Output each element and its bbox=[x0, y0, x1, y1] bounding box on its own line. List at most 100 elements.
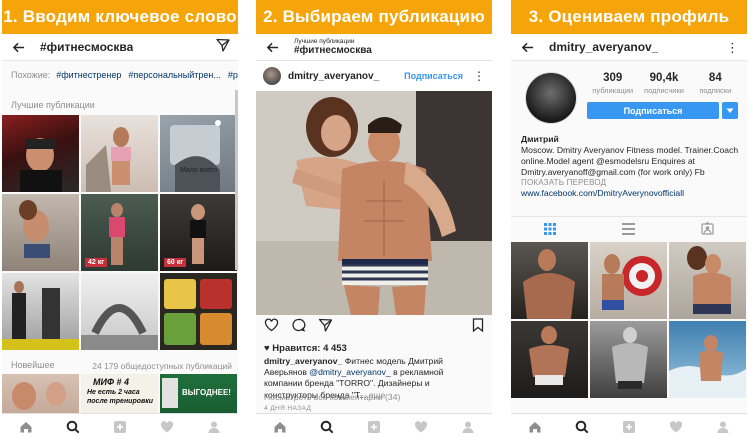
bottom-nav bbox=[511, 413, 747, 439]
related-tag[interactable]: #рабо bbox=[228, 70, 238, 80]
related-tag[interactable]: #персональныйтрен... bbox=[128, 70, 220, 80]
panel-search: 1. Вводим ключевое слово #фитнесмосква П… bbox=[2, 0, 238, 439]
bio-name: Дмитрий bbox=[521, 134, 559, 144]
list-view-icon[interactable] bbox=[622, 222, 636, 236]
hashtag-title: #фитнесмосква bbox=[40, 40, 134, 54]
myth-line: Не есть 2 часа bbox=[87, 389, 140, 396]
heart-icon[interactable] bbox=[669, 420, 683, 434]
avatar[interactable] bbox=[263, 67, 281, 85]
post-thumbnail[interactable] bbox=[590, 242, 667, 319]
header-subtitle: Лучшие публикации bbox=[294, 37, 355, 45]
post-thumbnail[interactable]: 60 кг bbox=[160, 194, 237, 271]
add-icon[interactable] bbox=[367, 420, 381, 434]
add-icon[interactable] bbox=[113, 420, 127, 434]
more-options-icon[interactable]: ⋮ bbox=[473, 70, 485, 82]
profile-stats: 309 публикации 90,4k подписчики 84 подпи… bbox=[587, 72, 741, 95]
tagged-photos-icon[interactable] bbox=[701, 222, 715, 236]
heart-icon[interactable] bbox=[414, 420, 428, 434]
weight-label: 42 кг bbox=[85, 258, 108, 267]
weight-label: 60 кг bbox=[164, 258, 187, 267]
home-icon[interactable] bbox=[528, 420, 542, 434]
myth-title: МИФ # 4 bbox=[93, 377, 130, 387]
stat-number: 309 bbox=[603, 72, 623, 84]
like-heart-icon[interactable] bbox=[264, 318, 279, 337]
post-thumbnail[interactable]: Мало всего bbox=[160, 115, 237, 192]
related-hashtags: Похожие: #фитнестренер #персональныйтрен… bbox=[2, 64, 238, 86]
stat-followers[interactable]: 90,4k подписчики bbox=[638, 72, 689, 95]
post-header-title: Лучшие публикации #фитнесмосква bbox=[294, 38, 372, 56]
related-tag[interactable]: #фитнестренер bbox=[56, 70, 121, 80]
view-comments-link[interactable]: Посмотреть все комментарии (34) bbox=[264, 392, 400, 402]
post-thumbnail[interactable] bbox=[511, 321, 588, 398]
profile-header: dmitry_averyanov_ ⋮ bbox=[511, 34, 747, 61]
profile-icon[interactable] bbox=[716, 420, 730, 434]
bookmark-icon[interactable] bbox=[472, 317, 484, 337]
suggestions-dropdown-button[interactable] bbox=[722, 102, 738, 119]
bio-text: Moscow. Dmitry Averyanov Fitness model. … bbox=[521, 145, 739, 177]
promo-text: ВЫГОДНЕЕ! bbox=[182, 388, 231, 397]
hashtag-header: #фитнесмосква bbox=[2, 34, 238, 61]
post-thumbnail[interactable] bbox=[2, 115, 79, 192]
post-thumbnail[interactable] bbox=[2, 194, 79, 271]
back-arrow-icon[interactable] bbox=[264, 39, 280, 55]
profile-icon[interactable] bbox=[461, 420, 475, 434]
caption-mention[interactable]: @dmitry_averyanov_ bbox=[309, 367, 390, 377]
post-thumbnail[interactable] bbox=[669, 321, 746, 398]
step-banner: 2. Выбираем публикацию bbox=[256, 0, 492, 34]
follow-button[interactable]: Подписаться bbox=[587, 102, 719, 119]
post-thumbnail[interactable] bbox=[2, 273, 79, 350]
share-icon[interactable] bbox=[318, 318, 333, 337]
related-label: Похожие: bbox=[11, 70, 51, 80]
top-posts-label: Лучшие публикации bbox=[11, 100, 95, 110]
add-icon[interactable] bbox=[622, 420, 636, 434]
post-photo[interactable] bbox=[256, 91, 492, 315]
post-thumbnail[interactable] bbox=[81, 273, 158, 350]
bottom-nav bbox=[2, 413, 238, 439]
profile-avatar[interactable] bbox=[525, 72, 577, 124]
follow-link[interactable]: Подписаться bbox=[404, 71, 463, 81]
home-icon[interactable] bbox=[19, 420, 33, 434]
scrollbar[interactable] bbox=[235, 90, 238, 270]
panel-profile: 3. Оцениваем профиль dmitry_averyanov_ ⋮… bbox=[511, 0, 747, 439]
search-icon[interactable] bbox=[66, 420, 80, 434]
profile-posts-grid bbox=[511, 242, 746, 398]
bottom-nav bbox=[256, 413, 492, 439]
home-icon[interactable] bbox=[273, 420, 287, 434]
more-options-icon[interactable]: ⋮ bbox=[726, 41, 739, 54]
caption-username[interactable]: dmitry_averyanov_ bbox=[264, 356, 342, 366]
send-icon[interactable] bbox=[216, 38, 230, 57]
stat-posts[interactable]: 309 публикации bbox=[587, 72, 638, 95]
heart-icon[interactable] bbox=[160, 420, 174, 434]
back-arrow-icon[interactable] bbox=[10, 39, 26, 55]
post-thumbnail[interactable]: 42 кг bbox=[81, 194, 158, 271]
likes-count[interactable]: ♥ Нравится: 4 453 bbox=[264, 343, 347, 354]
profile-bio: Дмитрий Moscow. Dmitry Averyanov Fitness… bbox=[521, 134, 741, 199]
search-icon[interactable] bbox=[320, 420, 334, 434]
bio-website-link[interactable]: www.facebook.com/DmitryAverynovofficiall bbox=[521, 188, 741, 199]
profile-username: dmitry_averyanov_ bbox=[549, 40, 659, 54]
post-thumbnail[interactable] bbox=[511, 242, 588, 319]
panel-post: 2. Выбираем публикацию Лучшие публикации… bbox=[256, 0, 492, 439]
step-banner: 1. Вводим ключевое слово bbox=[2, 0, 238, 34]
stat-number: 90,4k bbox=[649, 72, 679, 84]
myth-line: после тренировки bbox=[87, 398, 154, 405]
stat-number: 84 bbox=[708, 72, 722, 84]
post-time: 4 ДНЯ НАЗАД bbox=[264, 405, 312, 412]
post-thumbnail[interactable] bbox=[590, 321, 667, 398]
post-author-bar: dmitry_averyanov_ Подписаться ⋮ bbox=[256, 61, 492, 91]
stat-following[interactable]: 84 подписки bbox=[690, 72, 741, 95]
post-thumbnail[interactable] bbox=[81, 115, 158, 192]
grid-view-icon[interactable] bbox=[543, 222, 557, 236]
comment-icon[interactable] bbox=[291, 318, 306, 337]
profile-icon[interactable] bbox=[207, 420, 221, 434]
post-thumbnail[interactable] bbox=[160, 273, 237, 350]
recent-label: Новейшее bbox=[11, 360, 55, 370]
author-username[interactable]: dmitry_averyanov_ bbox=[288, 71, 379, 82]
chevron-down-icon bbox=[726, 108, 734, 113]
show-translation-link[interactable]: ПОКАЗАТЬ ПЕРЕВОД bbox=[521, 178, 741, 188]
post-actions bbox=[264, 317, 484, 337]
public-posts-count: 24 179 общедоступных публикаций bbox=[92, 361, 232, 371]
back-arrow-icon[interactable] bbox=[519, 39, 535, 55]
search-icon[interactable] bbox=[575, 420, 589, 434]
post-thumbnail[interactable] bbox=[669, 242, 746, 319]
